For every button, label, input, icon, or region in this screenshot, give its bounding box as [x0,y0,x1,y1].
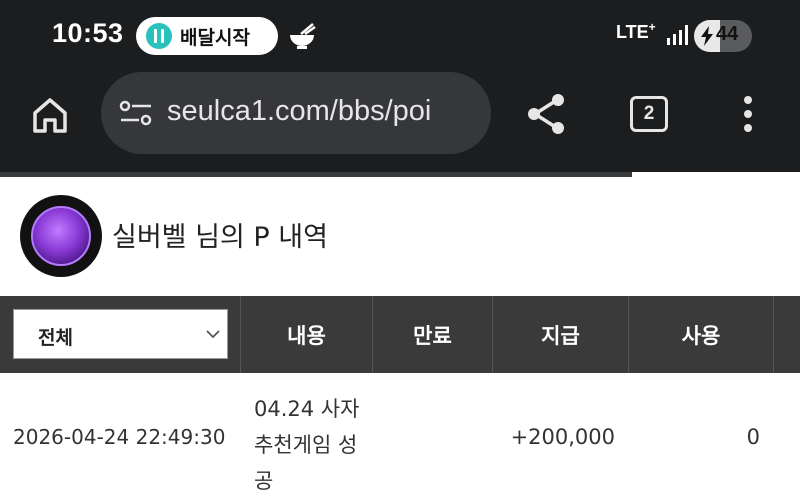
filter-select[interactable]: 전체 [13,309,228,359]
chevron-down-icon [206,330,220,339]
row-content: 04.24 사자 추천게임 성공 [254,397,360,493]
table-row: 2026-04-24 22:49:30 04.24 사자 추천게임 성공 +20… [0,373,800,497]
table-header: 전체 내용 만료 지급 사용 [0,296,800,373]
battery-indicator: 44 [694,20,752,52]
page-title: 실버벨 님의 P 내역 [112,222,328,253]
charging-bolt-icon [701,26,713,46]
row-used: 0 [746,425,760,449]
tab-switcher-button[interactable]: 2 [630,96,668,132]
column-header-used: 사용 [629,296,774,373]
avatar-image [31,206,91,266]
site-settings-icon[interactable] [119,100,153,126]
url-text[interactable]: seulca1.com/bbs/poi [167,95,479,128]
status-bar: 10:53 배달시작 LTE+ 44 [0,0,800,72]
signal-strength-icon [667,25,688,45]
column-header-expiry: 만료 [373,296,493,373]
filter-select-value: 전체 [38,327,73,349]
filter-column-header: 전체 [0,296,241,373]
share-icon[interactable] [525,92,567,136]
row-datetime: 2026-04-24 22:49:30 [13,425,226,449]
baemin-logo-icon [146,23,172,49]
clock: 10:53 [52,18,124,48]
browser-toolbar: seulca1.com/bbs/poi 2 [0,72,800,172]
avatar [20,195,102,277]
network-type-icon: LTE+ [616,20,656,42]
column-header-paid: 지급 [493,296,629,373]
delivery-status-label: 배달시작 [180,26,250,49]
row-paid: +200,000 [510,425,615,449]
profile-header: 실버벨 님의 P 내역 [0,177,800,296]
bowl-icon [290,23,316,49]
delivery-status-pill[interactable]: 배달시작 [136,17,278,55]
home-icon[interactable] [30,96,70,134]
network-type-label: LTE [616,22,649,42]
address-bar[interactable]: seulca1.com/bbs/poi [101,72,491,154]
column-header-content: 내용 [241,296,373,373]
column-header-extra [774,296,800,373]
battery-level: 44 [716,23,739,45]
more-options-icon[interactable] [738,94,758,134]
